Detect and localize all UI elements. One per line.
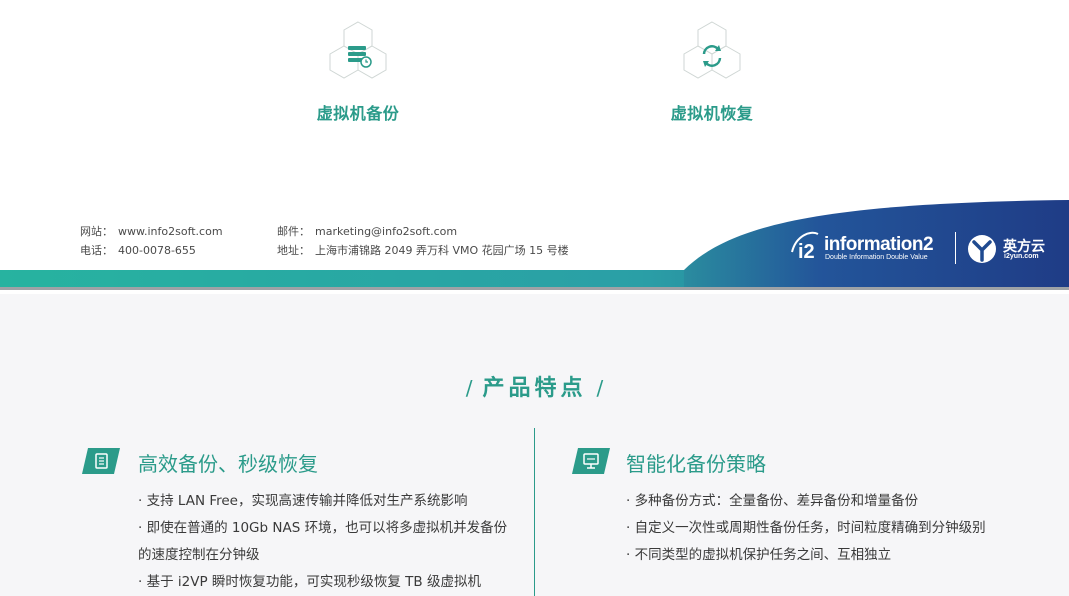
vm-restore-icon [680,20,744,84]
server-clock-icon [329,21,387,79]
bullet-item: · 自定义一次性或周期性备份任务，时间粒度精确到分钟级别 [626,520,986,536]
i2-swoosh-icon: i2 [791,231,819,262]
bullet-item: · 支持 LAN Free，实现高速传输并降低对生产系统影响 [138,493,468,509]
bullet-item: · 即使在普通的 10Gb NAS 环境，也可以将多虚拟机并发备份的速度控制在分… [138,520,508,563]
monitor-icon [572,448,610,474]
column-title-strategy: 智能化备份策略 [626,452,766,476]
section-title: / 产品特点 / [465,376,604,401]
svg-text:i2: i2 [798,241,815,262]
document-icon [82,448,120,474]
column-title-backup: 高效备份、秒级恢复 [138,452,318,476]
bullet-item: · 基于 i2VP 瞬时恢复功能，可实现秒级恢复 TB 级虚拟机 [138,574,481,590]
vm-backup-label: 虚拟机备份 [316,104,400,123]
vm-restore-label: 虚拟机恢复 [670,104,754,123]
logo-tagline: Double Information Double Value [825,254,928,261]
bullet-item: · 多种备份方式：全量备份、差异备份和增量备份 [626,493,919,509]
column-divider [534,428,535,596]
i2yun-logo-icon [968,235,996,263]
restore-cycle-icon [683,21,741,79]
bullet-item: · 不同类型的虚拟机保护任务之间、互相独立 [626,547,892,563]
column-bullets-backup: · 支持 LAN Free，实现高速传输并降低对生产系统影响 · 即使在普通的 … [138,488,514,596]
logo-separator [955,232,956,264]
vm-backup-icon [326,20,390,84]
logo-main-text: information2 [824,234,934,255]
column-bullets-strategy: · 多种备份方式：全量备份、差异备份和增量备份 · 自定义一次性或周期性备份任务… [626,488,1000,569]
logo-domain: i2yun.com [1004,253,1039,260]
